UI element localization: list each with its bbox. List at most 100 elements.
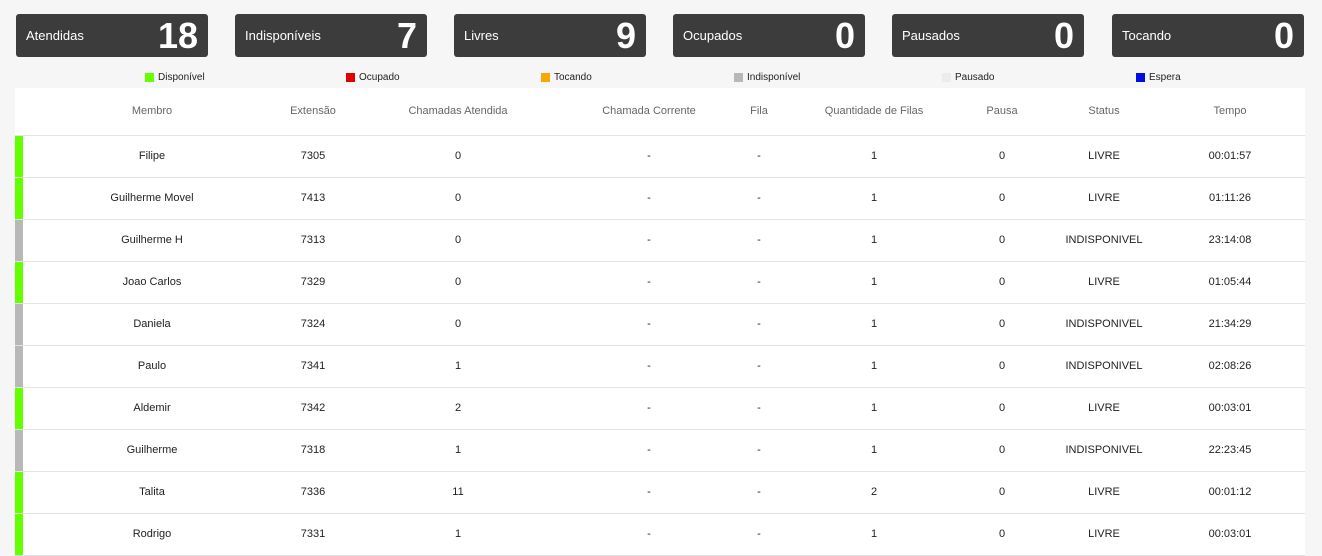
cell-quantidade-filas: 1 [870, 444, 878, 456]
column-header-tempo[interactable]: Tempo [1213, 105, 1246, 117]
table-row[interactable]: Filipe 7305 0 - - 1 0 LIVRE 00:01:57 [15, 136, 1305, 178]
cell-quantidade-filas: 1 [870, 360, 878, 372]
cell-chamadas-atendida: 0 [454, 192, 462, 204]
legend-item-indisponivel: Indisponível [734, 72, 800, 83]
cell-pausa: 0 [998, 276, 1006, 288]
column-header-status[interactable]: Status [1088, 105, 1119, 117]
card-label: Indisponíveis [245, 28, 321, 43]
cell-chamadas-atendida: 1 [454, 528, 462, 540]
cell-quantidade-filas: 1 [870, 192, 878, 204]
cell-chamada-corrente: - [647, 360, 651, 372]
cell-chamada-corrente: - [647, 318, 651, 330]
card-value: 0 [834, 15, 855, 56]
cell-fila: - [757, 528, 761, 540]
legend-label: Pausado [955, 72, 995, 83]
status-legend: Disponível Ocupado Tocando Indisponível … [0, 72, 1322, 86]
table-row[interactable]: Talita 7336 11 - - 2 0 LIVRE 00:01:12 [15, 472, 1305, 514]
card-livres: Livres 9 [454, 14, 646, 57]
cell-chamadas-atendida: 0 [454, 276, 462, 288]
column-header-membro[interactable]: Membro [132, 105, 172, 117]
cell-tempo: 00:01:57 [1208, 150, 1252, 162]
cell-chamadas-atendida: 11 [452, 486, 464, 498]
table-row[interactable]: Rodrigo 7331 1 - - 1 0 LIVRE 00:03:01 [15, 514, 1305, 556]
cell-extensao: 7324 [300, 318, 326, 330]
legend-swatch [734, 73, 743, 82]
cell-pausa: 0 [998, 318, 1006, 330]
cell-chamada-corrente: - [647, 402, 651, 414]
card-label: Ocupados [683, 28, 743, 43]
cell-tempo: 00:03:01 [1208, 528, 1252, 540]
cell-quantidade-filas: 1 [870, 402, 878, 414]
legend-swatch [942, 73, 951, 82]
legend-swatch [145, 73, 154, 82]
cell-pausa: 0 [998, 150, 1006, 162]
table-row[interactable]: Joao Carlos 7329 0 - - 1 0 LIVRE 01:05:44 [15, 262, 1305, 304]
cell-fila: - [757, 150, 761, 162]
column-header-extensao[interactable]: Extensão [290, 105, 336, 117]
cell-fila: - [757, 276, 761, 288]
cell-quantidade-filas: 1 [870, 276, 878, 288]
table-row[interactable]: Paulo 7341 1 - - 1 0 INDISPONIVEL 02:08:26 [15, 346, 1305, 388]
cell-pausa: 0 [998, 486, 1006, 498]
table-row[interactable]: Guilherme Movel 7413 0 - - 1 0 LIVRE 01:11:26 [15, 178, 1305, 220]
row-status-indicator [15, 178, 23, 219]
cell-chamada-corrente: - [647, 486, 651, 498]
cell-membro: Rodrigo [132, 528, 172, 540]
legend-item-disponivel: Disponível [145, 72, 205, 83]
card-tocando: Tocando 0 [1112, 14, 1304, 57]
column-header-pausa[interactable]: Pausa [986, 105, 1017, 117]
cell-quantidade-filas: 1 [870, 318, 878, 330]
legend-swatch [541, 73, 550, 82]
cell-chamada-corrente: - [647, 192, 651, 204]
cell-pausa: 0 [998, 402, 1006, 414]
legend-label: Espera [1149, 72, 1181, 83]
cell-membro: Aldemir [133, 402, 171, 414]
cell-status: LIVRE [1088, 402, 1120, 414]
cell-fila: - [757, 234, 761, 246]
cell-membro: Guilherme Movel [110, 192, 194, 204]
column-header-chamadas-atendida[interactable]: Chamadas Atendida [408, 105, 507, 117]
cell-chamada-corrente: - [647, 234, 651, 246]
card-value: 0 [1053, 15, 1074, 56]
row-status-indicator [15, 220, 23, 261]
legend-swatch [1136, 73, 1145, 82]
row-status-indicator [15, 262, 23, 303]
cell-membro: Joao Carlos [122, 276, 182, 288]
cell-membro: Daniela [133, 318, 171, 330]
table-row[interactable]: Daniela 7324 0 - - 1 0 INDISPONIVEL 21:34:29 [15, 304, 1305, 346]
cell-membro: Talita [139, 486, 165, 498]
cell-chamada-corrente: - [647, 150, 651, 162]
cell-extensao: 7305 [300, 150, 326, 162]
cell-extensao: 7329 [300, 276, 326, 288]
legend-label: Indisponível [747, 72, 801, 83]
cell-pausa: 0 [998, 192, 1006, 204]
cell-membro: Filipe [138, 150, 166, 162]
table-row[interactable]: Guilherme 7318 1 - - 1 0 INDISPONIVEL 22:23:45 [15, 430, 1305, 472]
cell-tempo: 01:05:44 [1208, 276, 1252, 288]
row-status-indicator [15, 346, 23, 387]
card-value: 18 [157, 15, 198, 56]
table-row[interactable]: Guilherme H 7313 0 - - 1 0 INDISPONIVEL 23:14:08 [15, 220, 1305, 262]
cell-chamadas-atendida: 0 [454, 318, 462, 330]
column-header-chamada-corrente[interactable]: Chamada Corrente [602, 105, 696, 117]
column-header-fila[interactable]: Fila [750, 105, 768, 117]
row-status-indicator [15, 430, 23, 471]
cell-tempo: 02:08:26 [1208, 360, 1252, 372]
row-status-indicator [15, 304, 23, 345]
summary-cards: Atendidas 18 Indisponíveis 7 Livres 9 Oc… [16, 14, 1304, 57]
cell-tempo: 21:34:29 [1208, 318, 1252, 330]
cell-quantidade-filas: 1 [870, 150, 878, 162]
column-header-quantidade-filas[interactable]: Quantidade de Filas [825, 105, 923, 117]
cell-tempo: 00:01:12 [1208, 486, 1252, 498]
row-status-indicator [15, 136, 23, 177]
card-label: Pausados [902, 28, 960, 43]
table-body: Filipe 7305 0 - - 1 0 LIVRE 00:01:57 Guilherme Mo… [15, 136, 1305, 556]
card-ocupados: Ocupados 0 [673, 14, 865, 57]
cell-status: INDISPONIVEL [1065, 318, 1143, 330]
card-label: Livres [464, 28, 499, 43]
cell-extensao: 7318 [300, 444, 326, 456]
cell-tempo: 01:11:26 [1208, 192, 1252, 204]
legend-swatch [346, 73, 355, 82]
table-row[interactable]: Aldemir 7342 2 - - 1 0 LIVRE 00:03:01 [15, 388, 1305, 430]
legend-item-pausado: Pausado [942, 72, 994, 83]
